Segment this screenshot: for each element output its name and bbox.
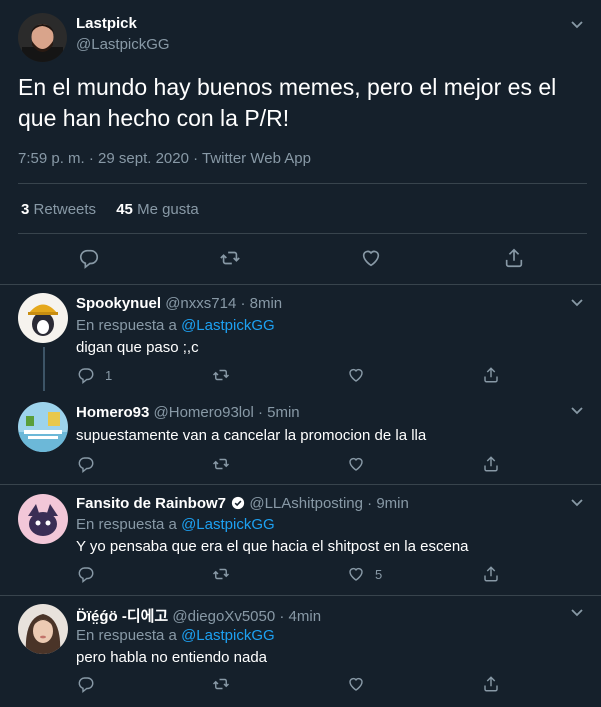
chevron-down-icon[interactable]: [569, 494, 585, 510]
reply-author-line: Homero93 @Homero93lol · 5min: [76, 404, 300, 421]
author-name[interactable]: Lastpick: [76, 15, 137, 32]
reply-handle-time[interactable]: @LLAshitposting · 9min: [249, 495, 408, 512]
like-icon[interactable]: [347, 455, 365, 473]
reply-author-line: Spookynuel @nxxs714 · 8min: [76, 295, 282, 312]
in-reply-to: En respuesta a @LastpickGG: [76, 516, 275, 533]
reply-author-name[interactable]: Homero93: [76, 404, 149, 421]
tweet-meta[interactable]: 7:59 p. m. · 29 sept. 2020 · Twitter Web…: [18, 150, 311, 167]
share-icon[interactable]: [482, 565, 500, 583]
chevron-down-icon[interactable]: [569, 294, 585, 310]
in-reply-label: En respuesta a: [76, 317, 182, 334]
chevron-down-icon[interactable]: [569, 16, 585, 32]
in-reply-handle-link[interactable]: @LastpickGG: [181, 317, 275, 334]
in-reply-handle-link[interactable]: @LastpickGG: [181, 516, 275, 533]
thread-line: [43, 347, 45, 391]
retweet-icon[interactable]: [212, 455, 230, 473]
avatar[interactable]: [18, 293, 68, 343]
like-icon[interactable]: [347, 565, 365, 583]
like-icon[interactable]: [347, 675, 365, 693]
reply-author-name[interactable]: D̈ïé̤ǵö -디에고: [76, 608, 168, 625]
likes-stat[interactable]: 45 Me gusta: [116, 201, 199, 218]
retweets-stat[interactable]: 3 Retweets: [21, 201, 96, 218]
retweet-icon[interactable]: [219, 247, 241, 269]
like-icon[interactable]: [360, 247, 382, 269]
share-icon[interactable]: [482, 455, 500, 473]
in-reply-to: En respuesta a @LastpickGG: [76, 317, 275, 334]
reply-tweet[interactable]: Spookynuel @nxxs714 · 8min En respuesta …: [0, 285, 601, 393]
share-icon[interactable]: [482, 675, 500, 693]
reply-author-name[interactable]: Fansito de Rainbow7: [76, 495, 226, 512]
reply-icon[interactable]: [77, 675, 95, 693]
share-icon[interactable]: [482, 366, 500, 384]
main-tweet: Lastpick @LastpickGG En el mundo hay bue…: [0, 0, 601, 285]
reply-author-line: D̈ïé̤ǵö -디에고 @diegoXv5050 · 4min: [76, 605, 321, 626]
divider: [18, 233, 587, 234]
share-icon[interactable]: [503, 247, 525, 269]
reply-text: supuestamente van a cancelar la promocio…: [76, 427, 427, 444]
reply-count: 1: [105, 368, 113, 383]
retweet-icon[interactable]: [212, 366, 230, 384]
tweet-stats: 3 Retweets 45 Me gusta: [21, 201, 199, 218]
reply-tweet[interactable]: Fansito de Rainbow7 @LLAshitposting · 9m…: [0, 485, 601, 596]
in-reply-label: En respuesta a: [76, 627, 182, 644]
likes-count: 45: [116, 201, 133, 218]
reply-text: pero habla no entiendo nada: [76, 649, 268, 666]
reply-author-line: Fansito de Rainbow7 @LLAshitposting · 9m…: [76, 495, 409, 512]
reply-text: Y yo pensaba que era el que hacia el shi…: [76, 538, 469, 555]
avatar[interactable]: [18, 494, 68, 544]
avatar[interactable]: [18, 604, 68, 654]
avatar[interactable]: [18, 13, 67, 62]
reply-icon[interactable]: [77, 366, 95, 384]
author-handle[interactable]: @LastpickGG: [76, 36, 170, 53]
like-count: 5: [375, 567, 383, 582]
reply-tweet[interactable]: D̈ïé̤ǵö -디에고 @diegoXv5050 · 4min En resp…: [0, 596, 601, 707]
reply-handle-time[interactable]: @nxxs714 · 8min: [165, 295, 282, 312]
retweets-count: 3: [21, 201, 30, 218]
reply-handle-time[interactable]: @diegoXv5050 · 4min: [172, 608, 321, 625]
divider: [18, 183, 587, 184]
in-reply-to: En respuesta a @LastpickGG: [76, 627, 275, 644]
verified-badge-icon: [232, 496, 245, 510]
chevron-down-icon[interactable]: [569, 604, 585, 620]
reply-icon[interactable]: [78, 247, 100, 269]
tweet-text: En el mundo hay buenos memes, pero el me…: [18, 74, 557, 131]
retweets-label: Retweets: [33, 201, 97, 218]
like-icon[interactable]: [347, 366, 365, 384]
reply-icon[interactable]: [77, 455, 95, 473]
reply-handle-time[interactable]: @Homero93lol · 5min: [154, 404, 300, 421]
retweet-icon[interactable]: [212, 675, 230, 693]
reply-text: digan que paso ;,c: [76, 339, 199, 356]
reply-tweet[interactable]: Homero93 @Homero93lol · 5min supuestamen…: [0, 393, 601, 485]
in-reply-label: En respuesta a: [76, 516, 182, 533]
reply-icon[interactable]: [77, 565, 95, 583]
in-reply-handle-link[interactable]: @LastpickGG: [181, 627, 275, 644]
retweet-icon[interactable]: [212, 565, 230, 583]
likes-label: Me gusta: [137, 201, 199, 218]
avatar[interactable]: [18, 402, 68, 452]
reply-author-name[interactable]: Spookynuel: [76, 295, 161, 312]
chevron-down-icon[interactable]: [569, 402, 585, 418]
